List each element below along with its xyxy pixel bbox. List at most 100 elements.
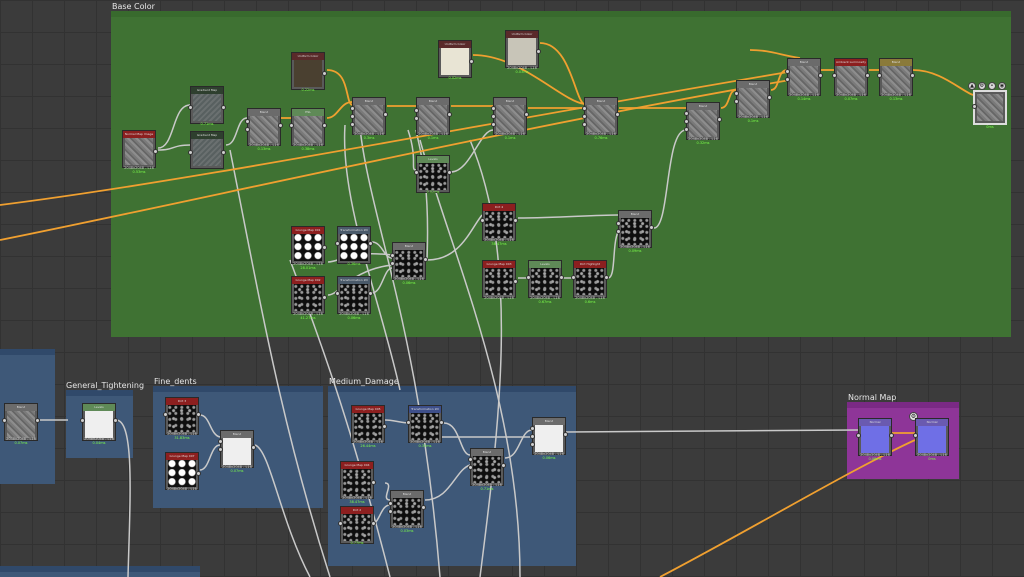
node-grunge-map-005[interactable]: Grunge Map 005 — [351, 405, 387, 443]
output-port[interactable] — [423, 257, 428, 262]
node-transformation-2d[interactable]: Transformation 2D — [335, 276, 373, 314]
input-port[interactable] — [582, 122, 587, 127]
output-port[interactable] — [604, 275, 609, 280]
pin-icon[interactable]: • — [988, 82, 996, 90]
node-transformation-2d[interactable]: Transformation 2D — [335, 226, 373, 264]
input-port[interactable] — [734, 99, 739, 104]
input-port[interactable] — [684, 127, 689, 132]
input-port[interactable] — [491, 122, 496, 127]
node-blend[interactable]: Blend — [785, 58, 823, 96]
output-port[interactable] — [501, 463, 506, 468]
frame-bottom-partial[interactable] — [0, 566, 200, 577]
output-port[interactable] — [368, 291, 373, 296]
input-port[interactable] — [390, 253, 395, 258]
input-port[interactable] — [245, 119, 250, 124]
input-port[interactable] — [480, 218, 485, 223]
output-port[interactable] — [536, 49, 541, 54]
node-blend[interactable]: Blend — [2, 403, 40, 441]
input-port[interactable] — [734, 91, 739, 96]
input-port[interactable] — [684, 111, 689, 116]
input-port[interactable] — [785, 69, 790, 74]
output-port[interactable] — [278, 123, 283, 128]
input-port[interactable] — [80, 418, 85, 423]
node-output-base-color[interactable] — [972, 90, 1007, 125]
node-grunge-map-001[interactable]: Grunge Map 001 — [291, 226, 327, 264]
node-gradient-map-1[interactable]: Gradient Map — [188, 86, 226, 124]
node-dirt-highlight[interactable]: Dirt Highlight — [571, 260, 609, 298]
input-port[interactable] — [684, 119, 689, 124]
output-port[interactable] — [559, 275, 564, 280]
input-port[interactable] — [335, 241, 340, 246]
node-normal-map-image[interactable]: Normal Map Image — [122, 130, 158, 168]
settings-icon[interactable]: ⚙ — [978, 82, 986, 90]
output-port[interactable] — [910, 73, 915, 78]
node-blend[interactable]: Blend — [530, 417, 568, 455]
input-port[interactable] — [350, 114, 355, 119]
node-blend[interactable]: Blend — [218, 430, 256, 468]
node-grunge-map-003[interactable]: Grunge Map 003 — [482, 260, 518, 298]
input-port[interactable] — [218, 439, 223, 444]
input-port[interactable] — [785, 77, 790, 82]
output-port[interactable] — [383, 112, 388, 117]
output-port[interactable] — [153, 149, 158, 154]
output-port[interactable] — [196, 412, 201, 417]
output-port[interactable] — [447, 170, 452, 175]
node-output-normal[interactable]: Normal — [913, 418, 949, 456]
node-blend[interactable]: Blend — [414, 97, 452, 135]
input-port[interactable] — [414, 170, 419, 175]
node-grunge-map-002[interactable]: Grunge Map 002 — [291, 276, 327, 314]
input-port[interactable] — [877, 73, 882, 78]
input-port[interactable] — [188, 150, 193, 155]
input-port[interactable] — [388, 509, 393, 514]
output-port[interactable] — [563, 432, 568, 437]
output-port[interactable] — [615, 112, 620, 117]
output-port[interactable] — [469, 59, 474, 64]
node-uniform-color[interactable]: Uniform Color — [438, 40, 474, 78]
node-blend[interactable]: Blend — [734, 80, 772, 118]
node-dirt-3[interactable]: Dirt 3 — [163, 397, 201, 435]
output-port[interactable] — [889, 433, 894, 438]
node-normal[interactable]: Normal — [856, 418, 894, 456]
output-port[interactable] — [513, 279, 518, 284]
output-port[interactable] — [322, 295, 327, 300]
node-ambient-luminosity[interactable]: Ambient Luminosity — [832, 58, 870, 96]
input-port[interactable] — [289, 123, 294, 128]
node-blend[interactable]: Blend — [390, 242, 428, 280]
input-port[interactable] — [616, 229, 621, 234]
input-port[interactable] — [406, 420, 411, 425]
input-port[interactable] — [571, 275, 576, 280]
input-port[interactable] — [491, 114, 496, 119]
input-port[interactable] — [188, 105, 193, 110]
output-port[interactable] — [368, 241, 373, 246]
input-port[interactable] — [913, 433, 918, 438]
node-grunge-map-007[interactable]: Grunge Map 007 — [165, 452, 201, 490]
input-port[interactable] — [856, 433, 861, 438]
output-port[interactable] — [322, 123, 327, 128]
input-port[interactable] — [414, 108, 419, 113]
output-port[interactable] — [371, 521, 376, 526]
node-blend[interactable]: Blend — [350, 97, 388, 135]
output-port[interactable] — [322, 245, 327, 250]
node-blend[interactable]: Blend — [468, 448, 506, 486]
input-port[interactable] — [530, 442, 535, 447]
input-port[interactable] — [2, 418, 7, 423]
export-icon[interactable]: ▲ — [968, 82, 976, 90]
output-port[interactable] — [513, 218, 518, 223]
output-port[interactable] — [35, 418, 40, 423]
input-port[interactable] — [468, 465, 473, 470]
input-port[interactable] — [350, 106, 355, 111]
output-port[interactable] — [113, 418, 118, 423]
input-port[interactable] — [530, 426, 535, 431]
input-port[interactable] — [338, 521, 343, 526]
input-port[interactable] — [582, 114, 587, 119]
input-port[interactable] — [218, 447, 223, 452]
input-port[interactable] — [616, 221, 621, 226]
output-port[interactable] — [717, 117, 722, 122]
preview-icon[interactable]: ◉ — [998, 82, 1006, 90]
node-dirt-4[interactable]: Dirt 4 — [480, 203, 518, 241]
output-port[interactable] — [447, 112, 452, 117]
input-port[interactable] — [582, 106, 587, 111]
input-port[interactable] — [390, 261, 395, 266]
input-port[interactable] — [245, 127, 250, 132]
output-port[interactable] — [865, 73, 870, 78]
